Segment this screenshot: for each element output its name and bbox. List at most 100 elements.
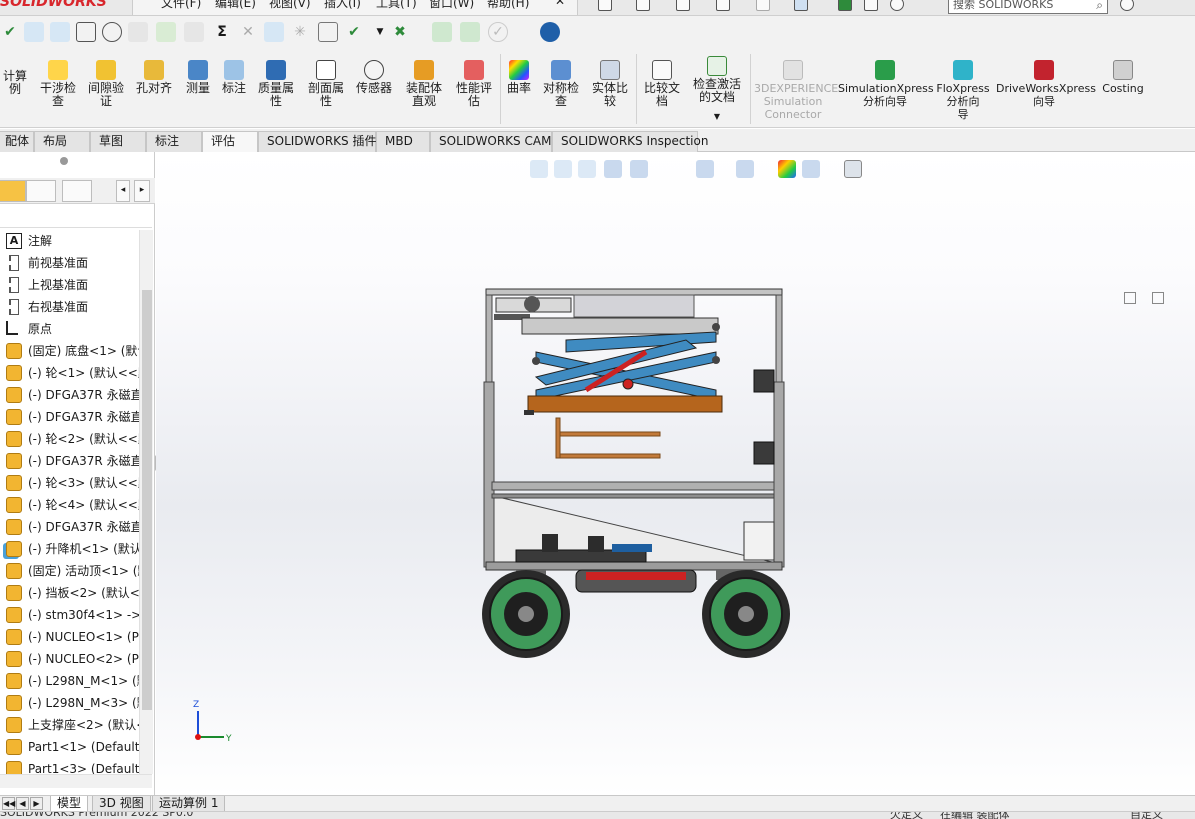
panel-collapse-handle[interactable] bbox=[60, 157, 68, 165]
next-tab-icon[interactable]: ▶ bbox=[30, 797, 43, 810]
tree-node[interactable]: (-) 挡板<2> (默认< bbox=[0, 582, 139, 604]
tab-layout[interactable]: 布局 bbox=[34, 131, 90, 152]
check-dropdown-icon[interactable]: ✔ bbox=[344, 22, 364, 42]
status-units[interactable]: 自定义 bbox=[1130, 812, 1163, 819]
search-icon[interactable]: ⌕ bbox=[1096, 0, 1103, 13]
mass-properties-button[interactable]: 质量属 性 bbox=[254, 60, 298, 108]
viewport-restore-icon[interactable] bbox=[1124, 292, 1136, 304]
tree-node[interactable]: (-) 轮<4> (默认<<默 bbox=[0, 494, 139, 516]
grid-icon[interactable]: ✳ bbox=[290, 22, 310, 42]
pin-icon[interactable]: ✕ bbox=[555, 0, 565, 8]
part-check-icon[interactable] bbox=[156, 22, 176, 42]
tree-node[interactable]: (-) 轮<3> (默认<<默 bbox=[0, 472, 139, 494]
new-document-icon[interactable] bbox=[598, 0, 612, 11]
tree-node[interactable]: (-) DFGA37R 永磁直 bbox=[0, 450, 139, 472]
costing-button[interactable]: Costing bbox=[1098, 60, 1148, 95]
simulationxpress-button[interactable]: SimulationXpress 分析向导 bbox=[838, 60, 934, 108]
tree-node[interactable]: (-) NUCLEO<1> (Pr bbox=[0, 626, 139, 648]
tree-node[interactable]: (-) 轮<2> (默认<<默 bbox=[0, 428, 139, 450]
tab-evaluate[interactable]: 评估 bbox=[202, 131, 258, 152]
feature-tree-tab[interactable] bbox=[0, 180, 26, 202]
chevron-down-icon[interactable]: ▼ bbox=[370, 22, 390, 42]
first-tab-icon[interactable]: ◀◀ bbox=[2, 797, 15, 810]
measure-button[interactable]: 测量 bbox=[180, 60, 216, 95]
geometry-icon[interactable] bbox=[184, 22, 204, 42]
tab-sketch[interactable]: 草图 bbox=[90, 131, 146, 152]
check-active-document-button[interactable]: 检查激活 的文档 ▼ bbox=[688, 56, 746, 123]
feature-filter[interactable] bbox=[0, 206, 152, 228]
tree-node[interactable]: Part1<3> (Default< bbox=[0, 758, 139, 774]
tab-solidworks-cam[interactable]: SOLIDWORKS CAM bbox=[430, 131, 552, 152]
tree-vertical-scrollbar[interactable] bbox=[139, 230, 153, 774]
floxpress-button[interactable]: FloXpress 分析向 导 bbox=[934, 60, 992, 121]
tab-motion-study[interactable]: 运动算例 1 bbox=[152, 796, 226, 812]
sensor-button[interactable]: 传感器 bbox=[352, 60, 396, 95]
explode-icon[interactable]: ✕ bbox=[238, 22, 258, 42]
tree-node[interactable]: (-) L298N_M<1> (默 bbox=[0, 670, 139, 692]
menu-window[interactable]: 窗口(W) bbox=[429, 0, 474, 11]
menu-file[interactable]: 文件(F) bbox=[161, 0, 201, 11]
search-input[interactable]: 搜索 SOLIDWORKS ⌕ bbox=[948, 0, 1108, 14]
excel-icon[interactable]: ✖ bbox=[390, 22, 410, 42]
menu-edit[interactable]: 编辑(E) bbox=[215, 0, 256, 11]
mirror-icon[interactable] bbox=[264, 22, 284, 42]
tree-node[interactable]: 右视基准面 bbox=[0, 296, 139, 318]
tab-3d-views[interactable]: 3D 视图 bbox=[92, 796, 151, 812]
tree-node[interactable]: Part1<1> (Default< bbox=[0, 736, 139, 758]
tree-node[interactable]: (-) NUCLEO<2> (Pr bbox=[0, 648, 139, 670]
select-cursor-icon[interactable] bbox=[794, 0, 808, 11]
tree-node[interactable]: A 注解 bbox=[0, 230, 139, 252]
prev-tab-icon[interactable]: ◀ bbox=[16, 797, 29, 810]
tree-node[interactable]: (-) L298N_M<3> (默 bbox=[0, 692, 139, 714]
menu-insert[interactable]: 插入(I) bbox=[324, 0, 361, 11]
tab-scroll-left-icon[interactable]: ◂ bbox=[116, 180, 130, 202]
property-manager-tab[interactable] bbox=[26, 180, 56, 202]
spell-check-icon[interactable]: ✔ bbox=[0, 22, 20, 42]
viewport-maximize-icon[interactable] bbox=[1152, 292, 1164, 304]
clock-icon[interactable] bbox=[102, 22, 122, 42]
options-gear-icon[interactable] bbox=[890, 0, 904, 11]
clearance-verification-button[interactable]: 间隙验 证 bbox=[84, 60, 128, 108]
interference-detection-button[interactable]: 干涉检 查 bbox=[36, 60, 80, 108]
tab-assembly[interactable]: 配体 bbox=[0, 131, 34, 152]
open-icon[interactable] bbox=[636, 0, 650, 11]
tab-scroll-right-icon[interactable]: ▸ bbox=[134, 180, 150, 202]
orbit-icon[interactable] bbox=[540, 22, 560, 42]
tree-node[interactable]: (-) DFGA37R 永磁直 bbox=[0, 516, 139, 538]
tree-node[interactable]: 前视基准面 bbox=[0, 252, 139, 274]
tree-node[interactable]: (-) DFGA37R 永磁直 bbox=[0, 406, 139, 428]
performance-evaluation-button[interactable]: 性能评 估 bbox=[452, 60, 496, 108]
rebuild-icon[interactable] bbox=[838, 0, 852, 11]
compare-icon[interactable] bbox=[460, 22, 480, 42]
ribbon-partial-calc[interactable]: 计算 例 bbox=[0, 70, 30, 96]
menu-view[interactable]: 视图(V) bbox=[269, 0, 311, 11]
save-icon[interactable] bbox=[676, 0, 690, 11]
menu-help[interactable]: 帮助(H) bbox=[487, 0, 529, 11]
compare-documents-button[interactable]: 比较文 档 bbox=[640, 60, 684, 108]
tree-node[interactable]: 上支撑座<2> (默认< bbox=[0, 714, 139, 736]
tree-node[interactable]: (固定) 活动顶<1> (默 bbox=[0, 560, 139, 582]
menu-tools[interactable]: 工具(T) bbox=[376, 0, 417, 11]
tree-node[interactable]: (固定) 底盘<1> (默认 bbox=[0, 340, 139, 362]
scroll-thumb[interactable] bbox=[142, 290, 152, 710]
configuration-manager-tab[interactable] bbox=[62, 180, 92, 202]
tab-solidworks-addins[interactable]: SOLIDWORKS 插件 bbox=[258, 131, 376, 152]
sketch-icon[interactable] bbox=[76, 22, 96, 42]
tree-node[interactable]: (-) stm30f4<1> -> bbox=[0, 604, 139, 626]
assembly-visualization-button[interactable]: 装配体 直观 bbox=[402, 60, 446, 108]
tab-mbd[interactable]: MBD bbox=[376, 131, 430, 152]
more-tabs-icon[interactable] bbox=[100, 180, 114, 202]
tab-markup[interactable]: 标注 bbox=[146, 131, 202, 152]
markup-button[interactable]: 标注 bbox=[216, 60, 252, 95]
tree-horizontal-scrollbar[interactable] bbox=[0, 774, 152, 788]
file-properties-icon[interactable] bbox=[864, 0, 878, 11]
tree-node[interactable]: (-) DFGA37R 永磁直 bbox=[0, 384, 139, 406]
tree-node[interactable]: 上视基准面 bbox=[0, 274, 139, 296]
symmetry-check-button[interactable]: 对称检 查 bbox=[538, 60, 584, 108]
user-icon[interactable] bbox=[1120, 0, 1134, 11]
hole-alignment-button[interactable]: 孔对齐 bbox=[132, 60, 176, 95]
driveworksxpress-button[interactable]: DriveWorksXpress 向导 bbox=[996, 60, 1096, 108]
analysis-icon[interactable] bbox=[432, 22, 452, 42]
curvature-button[interactable]: 曲率 bbox=[504, 60, 534, 95]
print-icon[interactable] bbox=[716, 0, 730, 11]
